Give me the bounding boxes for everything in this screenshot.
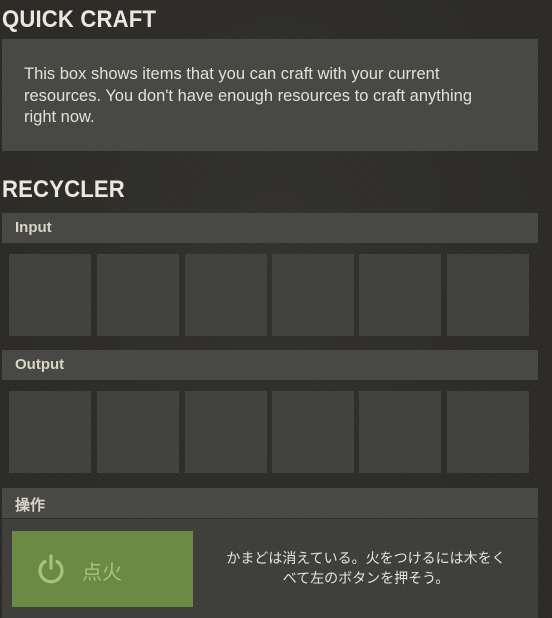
output-label: Output	[15, 356, 65, 373]
output-slot[interactable]	[359, 391, 441, 473]
quick-craft-title: QUICK CRAFT	[2, 6, 157, 33]
output-section-header: Output	[2, 350, 538, 380]
recycler-title: RECYCLER	[2, 176, 125, 203]
input-slot[interactable]	[185, 254, 267, 336]
status-line-1: かまどは消えている。火をつけるには木をく	[226, 551, 506, 567]
furnace-status-message: かまどは消えている。火をつけるには木をく べて左のボタンを押そう。	[203, 549, 529, 589]
output-slot[interactable]	[97, 391, 179, 473]
input-slot[interactable]	[447, 254, 529, 336]
input-slot[interactable]	[9, 254, 91, 336]
input-label: Input	[15, 219, 52, 236]
output-slots	[9, 391, 529, 473]
ignite-button[interactable]: 点火	[12, 531, 193, 607]
output-slot[interactable]	[272, 391, 354, 473]
input-section-header: Input	[2, 213, 538, 243]
input-slots	[9, 254, 529, 336]
input-slot[interactable]	[272, 254, 354, 336]
input-slot[interactable]	[359, 254, 441, 336]
input-slot[interactable]	[97, 254, 179, 336]
output-slot[interactable]	[447, 391, 529, 473]
quick-craft-panel: This box shows items that you can craft …	[2, 39, 538, 151]
ignite-button-label: 点火	[82, 560, 122, 584]
operation-label: 操作	[15, 497, 46, 514]
power-icon	[38, 554, 64, 584]
operation-section-header: 操作	[2, 488, 538, 518]
output-slot[interactable]	[185, 391, 267, 473]
output-slot[interactable]	[9, 391, 91, 473]
quick-craft-message: This box shows items that you can craft …	[24, 65, 473, 126]
status-line-2: べて左のボタンを押そう。	[282, 571, 450, 587]
